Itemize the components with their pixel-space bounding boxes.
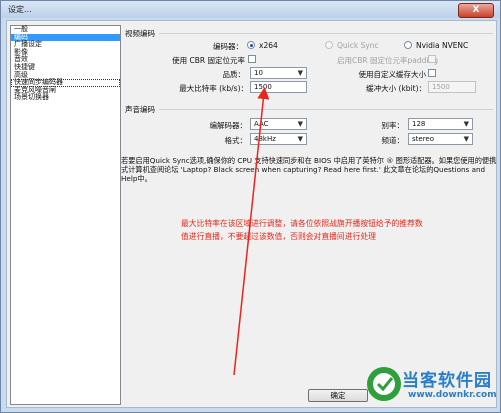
annotation-note: 最大比特率在该区域进行调整，请各位依照战旗开播按钮给予的推荐数值进行直播，不要超… bbox=[181, 219, 423, 241]
settings-window: 设定... X 一般 编码 广播设定 影像 音效 快捷键 高级 快速同步编码器 麦克风噪音闸 场景… bbox=[0, 0, 501, 413]
title-bar[interactable]: 设定... X bbox=[1, 1, 500, 18]
ok-button[interactable]: 确定 bbox=[308, 389, 368, 402]
annotation-arrow bbox=[233, 87, 270, 376]
watermark-url: www.downkr.com bbox=[408, 390, 497, 400]
close-button[interactable]: X bbox=[458, 3, 494, 18]
window-title: 设定... bbox=[8, 5, 32, 14]
settings-client: 一般 编码 广播设定 影像 音效 快捷键 高级 快速同步编码器 麦克风噪音闸 场景切换器 视频编码… bbox=[6, 20, 497, 408]
watermark-name: 当客软件园 bbox=[402, 371, 492, 391]
